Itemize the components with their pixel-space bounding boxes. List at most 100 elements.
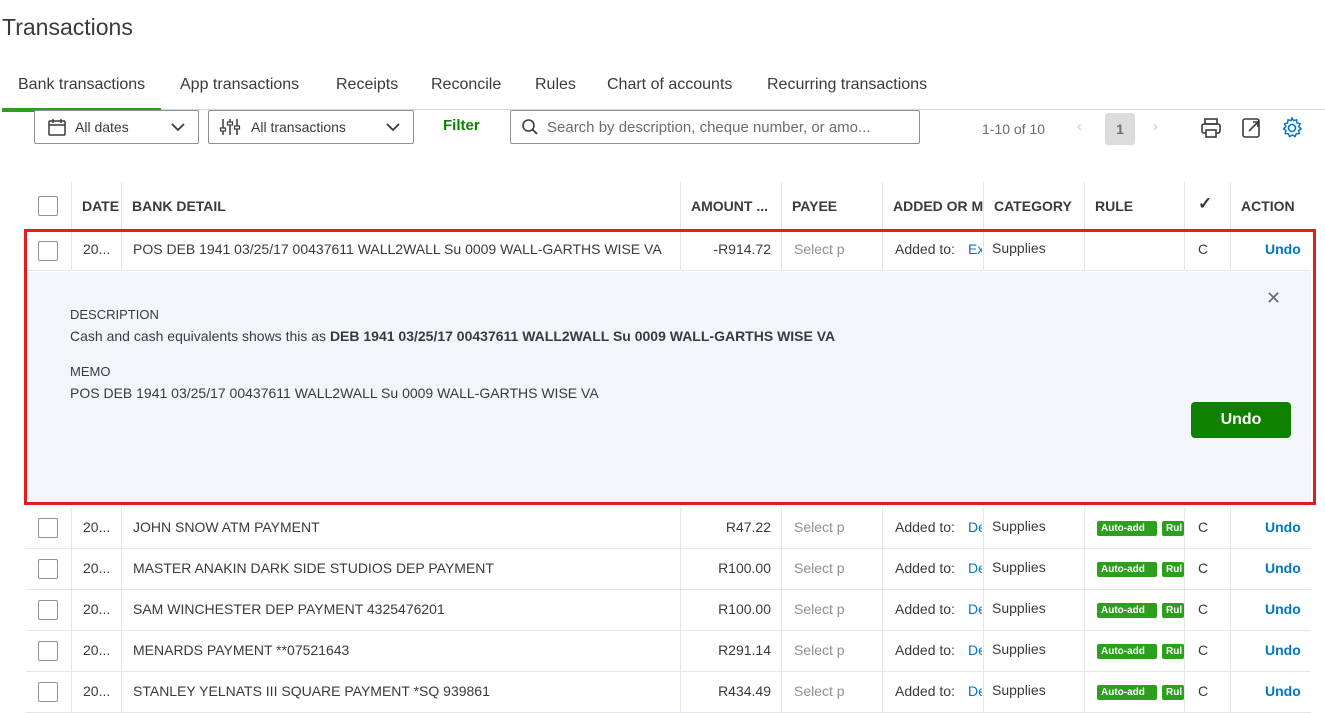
row-undo-link[interactable]: Undo (1265, 601, 1301, 617)
transaction-filter-label: All transactions (251, 119, 346, 135)
col-category[interactable]: CATEGORY (994, 198, 1072, 214)
close-icon[interactable]: ✕ (1266, 288, 1281, 309)
auto-add-badge: Auto-add (1097, 644, 1157, 659)
table-row[interactable]: 20... STANLEY YELNATS III SQUARE PAYMENT… (26, 672, 1311, 713)
row-added-label: Added to: (895, 241, 955, 257)
table-row[interactable]: 20... MASTER ANAKIN DARK SIDE STUDIOS DE… (26, 549, 1311, 590)
row-amount: R100.00 (718, 560, 771, 576)
tab-chart-of-accounts[interactable]: Chart of accounts (607, 76, 732, 94)
sliders-icon (219, 119, 241, 135)
row-category: Supplies (992, 641, 1046, 657)
description-text: Cash and cash equivalents shows this as … (70, 328, 835, 344)
row-added-link[interactable]: De (968, 683, 982, 699)
tab-bank-transactions[interactable]: Bank transactions (1, 76, 162, 112)
tab-rules[interactable]: Rules (535, 76, 576, 94)
print-icon[interactable] (1199, 116, 1223, 140)
date-filter-label: All dates (75, 119, 129, 135)
row-added-link[interactable]: De (968, 601, 982, 617)
col-date[interactable]: DATE (82, 198, 119, 214)
row-added-link[interactable]: De (968, 642, 982, 658)
row-payee-select[interactable]: Select p (794, 519, 879, 535)
row-added-link[interactable]: De (968, 519, 982, 535)
row-status: C (1198, 683, 1209, 699)
gear-icon[interactable] (1280, 116, 1304, 140)
table-row[interactable]: 20... SAM WINCHESTER DEP PAYMENT 4325476… (26, 590, 1311, 631)
undo-button[interactable]: Undo (1191, 402, 1291, 438)
prev-page-icon[interactable]: ‹ (1077, 118, 1082, 135)
search-input[interactable]: Search by description, cheque number, or… (510, 110, 920, 144)
row-undo-link[interactable]: Undo (1265, 560, 1301, 576)
toolbar: All dates All transactions Filter Search… (0, 110, 1325, 150)
memo-text: POS DEB 1941 03/25/17 00437611 WALL2WALL… (70, 385, 599, 401)
filter-button[interactable]: Filter (443, 117, 480, 134)
row-payee-select[interactable]: Select p (794, 241, 879, 257)
row-added-link[interactable]: De (968, 560, 982, 576)
tab-reconcile[interactable]: Reconcile (431, 76, 501, 94)
table-row[interactable]: 20... MENARDS PAYMENT **07521643 R291.14… (26, 631, 1311, 672)
row-date: 20... (83, 241, 111, 257)
table-row-expanded[interactable]: 20... POS DEB 1941 03/25/17 00437611 WAL… (26, 230, 1311, 271)
col-added-or-matched[interactable]: ADDED OR M (893, 198, 983, 214)
row-payee-select[interactable]: Select p (794, 683, 879, 699)
page-number-button[interactable]: 1 (1105, 113, 1135, 145)
row-payee-select[interactable]: Select p (794, 642, 879, 658)
row-added-label: Added to: (895, 683, 955, 699)
memo-label: MEMO (70, 364, 111, 379)
row-category: Supplies (992, 682, 1046, 698)
row-category: Supplies (992, 240, 1046, 256)
row-payee-select[interactable]: Select p (794, 560, 879, 576)
rule-badge: Rul (1162, 644, 1184, 659)
row-checkbox[interactable] (38, 682, 58, 702)
row-added-label: Added to: (895, 519, 955, 535)
row-checkbox[interactable] (38, 641, 58, 661)
row-date: 20... (83, 642, 111, 658)
row-added-link[interactable]: Ex (968, 241, 982, 257)
row-bank-detail: STANLEY YELNATS III SQUARE PAYMENT *SQ 9… (133, 683, 490, 699)
select-all-checkbox[interactable] (38, 196, 58, 216)
row-category: Supplies (992, 518, 1046, 534)
row-undo-link[interactable]: Undo (1265, 642, 1301, 658)
row-payee-select[interactable]: Select p (794, 601, 879, 617)
row-checkbox[interactable] (38, 518, 58, 538)
row-undo-link[interactable]: Undo (1265, 519, 1301, 535)
tab-recurring-transactions[interactable]: Recurring transactions (767, 76, 927, 94)
date-filter-dropdown[interactable]: All dates (34, 110, 199, 144)
row-date: 20... (83, 519, 111, 535)
chevron-down-icon (171, 123, 185, 132)
col-amount[interactable]: AMOUNT ... (691, 198, 781, 214)
row-added-label: Added to: (895, 642, 955, 658)
row-undo-link[interactable]: Undo (1265, 241, 1301, 257)
description-label: DESCRIPTION (70, 307, 159, 322)
table-row[interactable]: 20... JOHN SNOW ATM PAYMENT R47.22 Selec… (26, 508, 1311, 549)
row-category: Supplies (992, 600, 1046, 616)
row-bank-detail: MASTER ANAKIN DARK SIDE STUDIOS DEP PAYM… (133, 560, 494, 576)
row-status: C (1198, 519, 1209, 535)
tab-receipts[interactable]: Receipts (336, 76, 398, 94)
description-prefix: Cash and cash equivalents shows this as (70, 328, 327, 344)
calendar-icon (48, 119, 66, 136)
col-bank-detail[interactable]: BANK DETAIL (132, 198, 226, 214)
row-amount: R47.22 (725, 519, 771, 535)
col-payee[interactable]: PAYEE (792, 198, 837, 214)
transactions-table: DATE BANK DETAIL AMOUNT ... PAYEE ADDED … (26, 182, 1311, 713)
next-page-icon[interactable]: › (1153, 118, 1158, 135)
row-added-label: Added to: (895, 560, 955, 576)
row-checkbox[interactable] (38, 241, 58, 261)
row-checkbox[interactable] (38, 559, 58, 579)
row-status: C (1198, 560, 1209, 576)
export-icon[interactable] (1240, 116, 1264, 140)
col-rule[interactable]: RULE (1095, 198, 1133, 214)
row-amount: R291.14 (718, 642, 771, 658)
search-placeholder: Search by description, cheque number, or… (547, 118, 871, 136)
col-action: ACTION (1241, 198, 1295, 214)
auto-add-badge: Auto-add (1097, 521, 1157, 536)
row-status: C (1198, 642, 1209, 658)
transaction-filter-dropdown[interactable]: All transactions (208, 110, 414, 144)
rule-badge: Rul (1162, 562, 1184, 577)
auto-add-badge: Auto-add (1097, 603, 1157, 618)
table-header: DATE BANK DETAIL AMOUNT ... PAYEE ADDED … (26, 182, 1311, 230)
col-check-icon[interactable]: ✓ (1198, 194, 1212, 214)
row-checkbox[interactable] (38, 600, 58, 620)
row-undo-link[interactable]: Undo (1265, 683, 1301, 699)
tab-app-transactions[interactable]: App transactions (180, 76, 299, 94)
